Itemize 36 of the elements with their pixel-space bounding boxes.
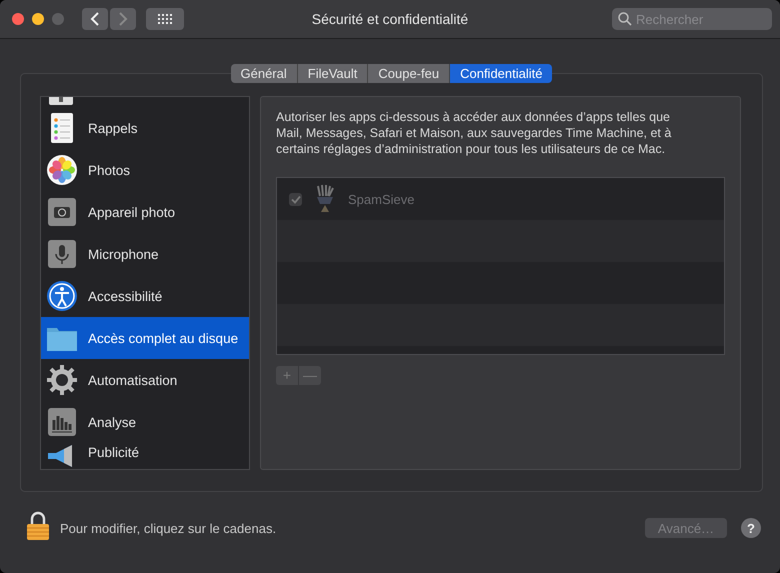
chevron-right-icon bbox=[118, 12, 128, 26]
sidebar-item[interactable]: Automatisation bbox=[41, 359, 249, 401]
close-button[interactable] bbox=[12, 13, 24, 25]
chevron-left-icon bbox=[90, 12, 100, 26]
reminders-icon bbox=[51, 113, 73, 143]
accessibility-icon bbox=[47, 281, 77, 311]
app-name: SpamSieve bbox=[348, 192, 414, 206]
camera-icon bbox=[48, 198, 76, 226]
tab[interactable]: Général bbox=[230, 64, 298, 83]
back-button[interactable] bbox=[82, 8, 108, 30]
grid-icon bbox=[157, 13, 173, 25]
gear-icon bbox=[46, 364, 78, 396]
sidebar-item[interactable]: Rappels bbox=[41, 107, 249, 149]
sidebar-item[interactable]: Appareil photo bbox=[41, 191, 249, 233]
app-icon bbox=[314, 184, 336, 214]
sidebar-item[interactable]: Microphone bbox=[41, 233, 249, 275]
window-title: Sécurité et confidentialité bbox=[312, 11, 468, 27]
sidebar-item[interactable]: Publicité bbox=[41, 443, 249, 469]
sidebar-item[interactable]: Analyse bbox=[41, 401, 249, 443]
description-text: Autoriser les apps ci-dessous à accéder aux données d’apps telles que Mail, Messages, Safari et Maison, aux sauvegardes Time Machine, et à certains réglages d’administration pour tous les utilisateurs de ce Mac. bbox=[276, 109, 672, 157]
padlock-icon[interactable] bbox=[26, 511, 50, 541]
tab[interactable]: FileVault bbox=[298, 64, 368, 83]
tab[interactable]: Coupe-feu bbox=[368, 64, 450, 83]
folder-icon bbox=[47, 328, 77, 351]
show-all-button[interactable] bbox=[146, 8, 184, 30]
minimize-button[interactable] bbox=[32, 13, 44, 25]
lock-message: Pour modifier, cliquez sur le cadenas. bbox=[60, 520, 276, 536]
sidebar-item[interactable]: Accès complet au disque bbox=[41, 317, 249, 359]
megaphone-icon bbox=[48, 445, 72, 467]
flower-icon bbox=[47, 155, 77, 185]
tab[interactable]: Confidentialité bbox=[450, 64, 552, 83]
microphone-icon bbox=[48, 240, 76, 268]
help-button[interactable]: ? bbox=[741, 518, 761, 538]
sidebar-item[interactable]: Photos bbox=[41, 149, 249, 191]
bar-chart-icon bbox=[48, 408, 76, 436]
sidebar-item[interactable]: Accessibilité bbox=[41, 275, 249, 317]
